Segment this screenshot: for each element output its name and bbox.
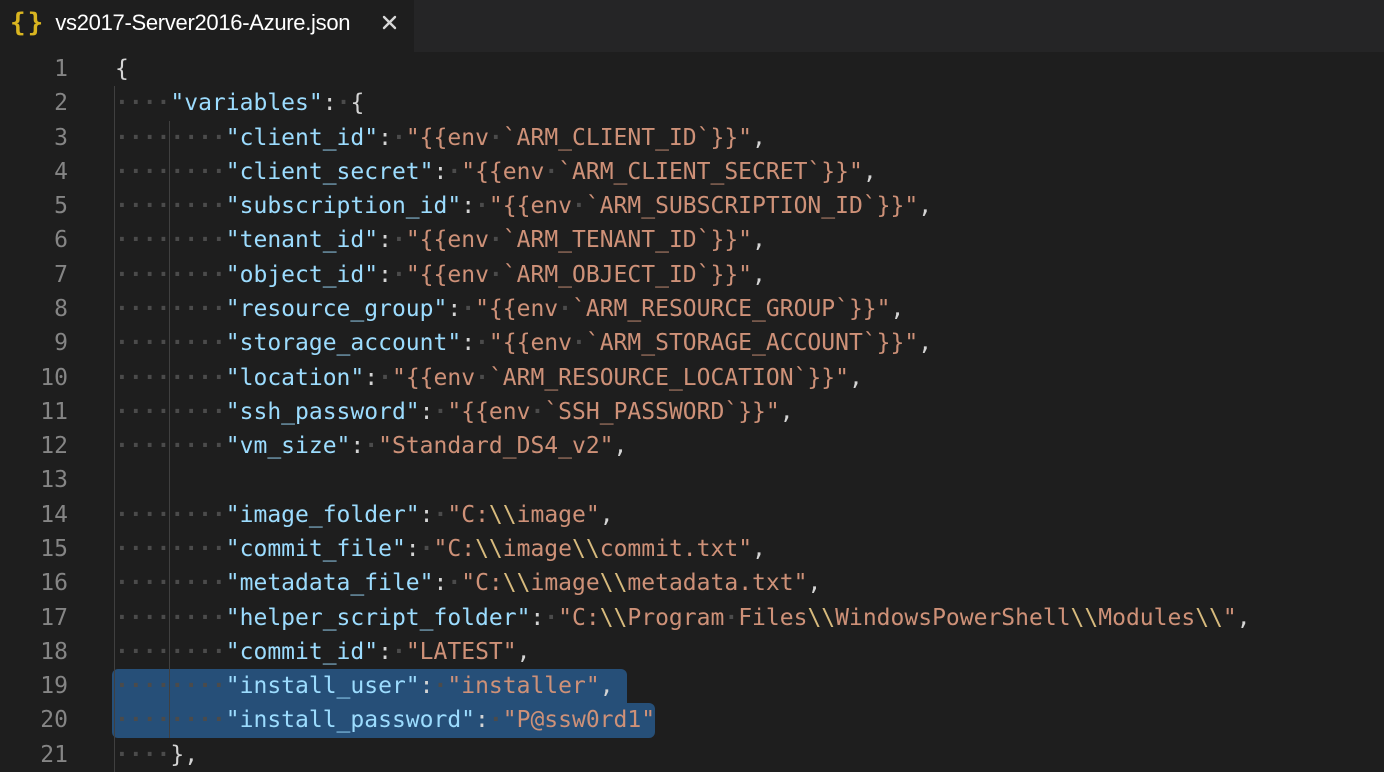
- line-number: 16: [0, 566, 68, 600]
- line-number: 14: [0, 498, 68, 532]
- line-number: 3: [0, 121, 68, 155]
- code-line[interactable]: 2····"variables":·{: [0, 86, 1384, 120]
- line-number: 4: [0, 155, 68, 189]
- tab-vs2017-server2016-azure-json[interactable]: {} vs2017-Server2016-Azure.json: [0, 0, 414, 52]
- code-line[interactable]: 12········"vm_size":·"Standard_DS4_v2",: [0, 429, 1384, 463]
- line-number: 15: [0, 532, 68, 566]
- code-line[interactable]: 9········"storage_account":·"{{env·`ARM_…: [0, 326, 1384, 360]
- code-line-content: [68, 463, 115, 497]
- line-number: 5: [0, 189, 68, 223]
- code-line[interactable]: 21····},: [0, 738, 1384, 772]
- code-line-content: ········"subscription_id":·"{{env·`ARM_S…: [68, 189, 932, 223]
- tab-bar: {} vs2017-Server2016-Azure.json: [0, 0, 1384, 52]
- code-line[interactable]: 10········"location":·"{{env·`ARM_RESOUR…: [0, 361, 1384, 395]
- line-number: 9: [0, 326, 68, 360]
- code-line-content: ········"commit_id":·"LATEST",: [68, 635, 530, 669]
- code-line-content: {: [68, 52, 129, 86]
- line-number: 2: [0, 86, 68, 120]
- code-line-content: ········"storage_account":·"{{env·`ARM_S…: [68, 326, 932, 360]
- editor-code-area[interactable]: 1{2····"variables":·{3········"client_id…: [0, 52, 1384, 772]
- close-icon: [381, 14, 398, 31]
- code-line-content: ········"install_user":·"installer",: [68, 669, 614, 703]
- code-line[interactable]: 4········"client_secret":·"{{env·`ARM_CL…: [0, 155, 1384, 189]
- code-line-content: ····"variables":·{: [68, 86, 364, 120]
- tab-title: vs2017-Server2016-Azure.json: [55, 10, 350, 36]
- code-line-content: ········"install_password":·"P@ssw0rd1": [68, 703, 655, 737]
- code-line-content: ····},: [68, 738, 198, 772]
- code-line-content: ········"object_id":·"{{env·`ARM_OBJECT_…: [68, 258, 766, 292]
- code-line-content: ········"helper_script_folder":·"C:\\Pro…: [68, 601, 1251, 635]
- line-number: 21: [0, 738, 68, 772]
- line-number: 18: [0, 635, 68, 669]
- code-line-content: ········"ssh_password":·"{{env·`SSH_PASS…: [68, 395, 794, 429]
- code-line[interactable]: 13: [0, 463, 1384, 497]
- code-line[interactable]: 17········"helper_script_folder":·"C:\\P…: [0, 601, 1384, 635]
- code-line-content: ········"tenant_id":·"{{env·`ARM_TENANT_…: [68, 223, 766, 257]
- code-line-content: ········"image_folder":·"C:\\image",: [68, 498, 614, 532]
- code-line-content: ········"location":·"{{env·`ARM_RESOURCE…: [68, 361, 863, 395]
- line-number: 17: [0, 601, 68, 635]
- line-number: 6: [0, 223, 68, 257]
- code-line[interactable]: 7········"object_id":·"{{env·`ARM_OBJECT…: [0, 258, 1384, 292]
- line-number: 1: [0, 52, 68, 86]
- code-line-content: ········"metadata_file":·"C:\\image\\met…: [68, 566, 821, 600]
- code-lines: 1{2····"variables":·{3········"client_id…: [0, 52, 1384, 772]
- code-line-content: ········"client_secret":·"{{env·`ARM_CLI…: [68, 155, 877, 189]
- json-file-icon: {}: [10, 8, 45, 38]
- code-line[interactable]: 18········"commit_id":·"LATEST",: [0, 635, 1384, 669]
- code-line-content: ········"vm_size":·"Standard_DS4_v2",: [68, 429, 627, 463]
- line-number: 13: [0, 463, 68, 497]
- code-line[interactable]: 16········"metadata_file":·"C:\\image\\m…: [0, 566, 1384, 600]
- line-number: 10: [0, 361, 68, 395]
- code-line-content: ········"commit_file":·"C:\\image\\commi…: [68, 532, 766, 566]
- code-line[interactable]: 15········"commit_file":·"C:\\image\\com…: [0, 532, 1384, 566]
- code-line[interactable]: 1{: [0, 52, 1384, 86]
- code-line[interactable]: 20········"install_password":·"P@ssw0rd1…: [0, 703, 1384, 737]
- code-line[interactable]: 14········"image_folder":·"C:\\image",: [0, 498, 1384, 532]
- code-line[interactable]: 3········"client_id":·"{{env·`ARM_CLIENT…: [0, 121, 1384, 155]
- line-number: 11: [0, 395, 68, 429]
- code-line-content: ········"resource_group":·"{{env·`ARM_RE…: [68, 292, 904, 326]
- code-line[interactable]: 19········"install_user":·"installer",: [0, 669, 1384, 703]
- code-line[interactable]: 6········"tenant_id":·"{{env·`ARM_TENANT…: [0, 223, 1384, 257]
- line-number: 8: [0, 292, 68, 326]
- line-number: 19: [0, 669, 68, 703]
- line-number: 7: [0, 258, 68, 292]
- code-line[interactable]: 8········"resource_group":·"{{env·`ARM_R…: [0, 292, 1384, 326]
- code-line[interactable]: 11········"ssh_password":·"{{env·`SSH_PA…: [0, 395, 1384, 429]
- code-line-content: ········"client_id":·"{{env·`ARM_CLIENT_…: [68, 121, 766, 155]
- line-number: 20: [0, 703, 68, 737]
- tab-close-button[interactable]: [378, 12, 400, 34]
- line-number: 12: [0, 429, 68, 463]
- code-line[interactable]: 5········"subscription_id":·"{{env·`ARM_…: [0, 189, 1384, 223]
